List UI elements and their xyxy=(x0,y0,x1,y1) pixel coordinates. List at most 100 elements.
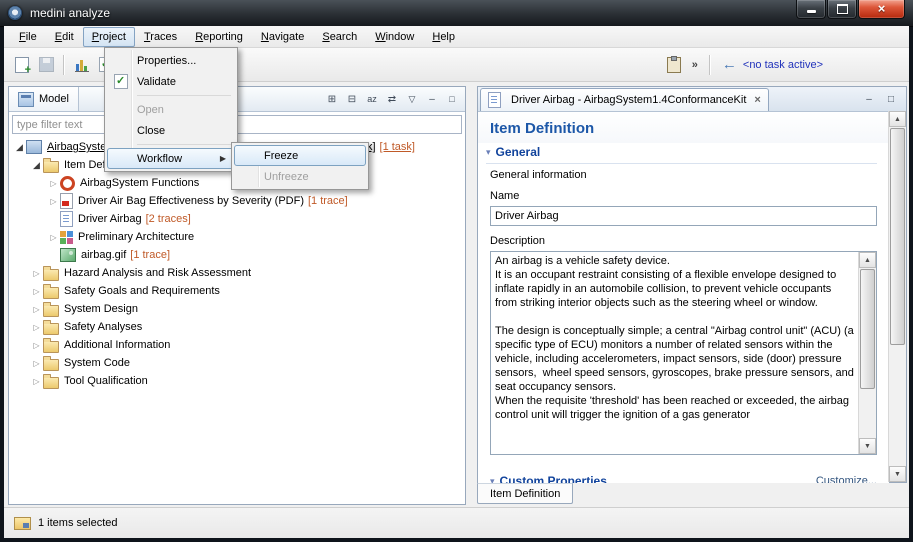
validate-icon xyxy=(114,74,128,89)
collapse-all-button[interactable]: ⊟ xyxy=(343,90,361,108)
tree-item-label: System Design xyxy=(64,303,138,315)
maximize-view-button[interactable]: □ xyxy=(443,90,461,108)
tree-item-hazard-analysis[interactable]: ▷ Hazard Analysis and Risk Assessment xyxy=(9,264,465,282)
status-text: 1 items selected xyxy=(38,517,117,529)
tab-close-icon[interactable]: × xyxy=(754,94,760,106)
menu-reporting[interactable]: Reporting xyxy=(186,27,252,47)
menu-window[interactable]: Window xyxy=(366,27,423,47)
menu-item-workflow[interactable]: Workflow ▶ xyxy=(107,148,235,169)
menu-item-label: Validate xyxy=(137,76,176,88)
minimize-editor-button[interactable]: – xyxy=(860,90,878,108)
menu-file[interactable]: File xyxy=(10,27,46,47)
maximize-editor-button[interactable]: □ xyxy=(882,90,900,108)
view-menu-button[interactable]: ▽ xyxy=(403,90,421,108)
scrollbar-thumb[interactable] xyxy=(860,269,875,389)
scrollbar-thumb[interactable] xyxy=(890,128,905,345)
maximize-icon xyxy=(837,4,848,14)
collapse-arrow-icon[interactable]: ▷ xyxy=(30,341,43,350)
description-scrollbar[interactable]: ▲ ▼ xyxy=(858,252,876,454)
new-document-icon xyxy=(15,57,29,73)
description-text[interactable]: An airbag is a vehicle safety device. It… xyxy=(495,254,855,422)
link-with-editor-button[interactable]: ⇄ xyxy=(383,90,401,108)
tree-item-additional-information[interactable]: ▷ Additional Information xyxy=(9,336,465,354)
tree-item-pdf-document[interactable]: ▷ Driver Air Bag Effectiveness by Severi… xyxy=(9,192,465,210)
menu-item-label: Unfreeze xyxy=(264,171,309,183)
menu-traces[interactable]: Traces xyxy=(135,27,186,47)
menu-item-label: Open xyxy=(137,104,164,116)
scroll-down-icon[interactable]: ▼ xyxy=(889,466,906,482)
editor-tabbar: Driver Airbag - AirbagSystem1.4Conforman… xyxy=(478,87,906,112)
description-label: Description xyxy=(490,235,877,247)
new-button[interactable] xyxy=(10,53,34,77)
image-icon xyxy=(60,248,76,262)
sort-button[interactable]: az xyxy=(363,90,381,108)
tree-item-airbag-gif[interactable]: airbag.gif [1 trace] xyxy=(9,246,465,264)
editor-tab-driver-airbag[interactable]: Driver Airbag - AirbagSystem1.4Conforman… xyxy=(480,88,769,111)
tree-item-system-design[interactable]: ▷ System Design xyxy=(9,300,465,318)
general-section-header[interactable]: ▾ General xyxy=(486,145,877,164)
toolbar-separator xyxy=(63,55,65,75)
active-task-label[interactable]: <no task active> xyxy=(743,59,823,71)
tree-item-driver-airbag[interactable]: Driver Airbag [2 traces] xyxy=(9,210,465,228)
document-icon xyxy=(488,92,501,108)
collapse-arrow-icon[interactable]: ▷ xyxy=(47,233,60,242)
task-list-button[interactable] xyxy=(662,53,686,77)
tree-item-safety-analyses[interactable]: ▷ Safety Analyses xyxy=(9,318,465,336)
collapse-arrow-icon[interactable]: ▷ xyxy=(30,305,43,314)
menu-search[interactable]: Search xyxy=(313,27,366,47)
tree-item-system-code[interactable]: ▷ System Code xyxy=(9,354,465,372)
save-icon xyxy=(39,57,54,72)
folder-icon xyxy=(43,341,59,353)
tab-item-definition[interactable]: Item Definition xyxy=(477,483,573,504)
scroll-down-icon[interactable]: ▼ xyxy=(859,438,876,454)
description-textarea[interactable]: An airbag is a vehicle safety device. It… xyxy=(490,251,877,455)
tree-item-safety-goals[interactable]: ▷ Safety Goals and Requirements xyxy=(9,282,465,300)
menu-item-validate[interactable]: Validate xyxy=(107,71,235,92)
model-view-icon xyxy=(18,92,34,107)
tab-model[interactable]: Model xyxy=(9,87,79,111)
tree-item-preliminary-architecture[interactable]: ▷ Preliminary Architecture xyxy=(9,228,465,246)
menu-help[interactable]: Help xyxy=(423,27,464,47)
collapse-arrow-icon[interactable]: ▷ xyxy=(30,359,43,368)
tree-item-tool-qualification[interactable]: ▷ Tool Qualification xyxy=(9,372,465,390)
minimize-view-button[interactable]: – xyxy=(423,90,441,108)
folder-icon xyxy=(43,323,59,335)
scroll-up-icon[interactable]: ▲ xyxy=(889,111,906,127)
close-button[interactable]: × xyxy=(858,0,905,19)
back-arrow-icon[interactable]: ← xyxy=(722,56,737,73)
pdf-icon xyxy=(60,193,73,209)
editor-scrollbar[interactable]: ▲ ▼ xyxy=(888,111,906,482)
menu-item-freeze[interactable]: Freeze xyxy=(234,145,366,166)
menu-navigate[interactable]: Navigate xyxy=(252,27,313,47)
tree-item-label: Driver Airbag xyxy=(78,213,142,225)
menu-item-label: Properties... xyxy=(137,55,196,67)
collapse-arrow-icon[interactable]: ▷ xyxy=(30,377,43,386)
scroll-up-icon[interactable]: ▲ xyxy=(859,252,876,268)
minimize-button[interactable] xyxy=(796,0,826,19)
collapse-arrow-icon[interactable]: ▷ xyxy=(47,197,60,206)
editor-form: Item Definition ▾ General General inform… xyxy=(478,112,889,485)
collapse-arrow-icon[interactable]: ▷ xyxy=(30,287,43,296)
clipboard-icon xyxy=(667,57,681,73)
collapse-arrow-icon[interactable]: ▷ xyxy=(30,323,43,332)
menu-edit[interactable]: Edit xyxy=(46,27,83,47)
collapse-arrow-icon[interactable]: ▷ xyxy=(47,179,60,188)
maximize-button[interactable] xyxy=(827,0,857,19)
menu-item-close[interactable]: Close xyxy=(107,120,235,141)
twistie-down-icon[interactable]: ▾ xyxy=(486,147,491,158)
menubar: File Edit Project Traces Reporting Navig… xyxy=(4,26,909,48)
toolbar-overflow-chevron[interactable]: » xyxy=(692,59,698,71)
menu-item-label: Freeze xyxy=(264,150,298,162)
menu-item-properties[interactable]: Properties... xyxy=(107,50,235,71)
expand-all-button[interactable]: ⊞ xyxy=(323,90,341,108)
titlebar[interactable]: medini analyze × xyxy=(0,0,913,27)
name-input[interactable] xyxy=(490,206,877,226)
expand-arrow-icon[interactable]: ◢ xyxy=(13,142,26,153)
folder-icon xyxy=(43,287,59,299)
collapse-arrow-icon[interactable]: ▷ xyxy=(30,269,43,278)
report-button[interactable] xyxy=(70,53,94,77)
expand-arrow-icon[interactable]: ◢ xyxy=(30,160,43,171)
menu-separator xyxy=(137,95,231,96)
task-badge: [1 task] xyxy=(380,141,415,153)
menu-project[interactable]: Project xyxy=(83,27,135,47)
